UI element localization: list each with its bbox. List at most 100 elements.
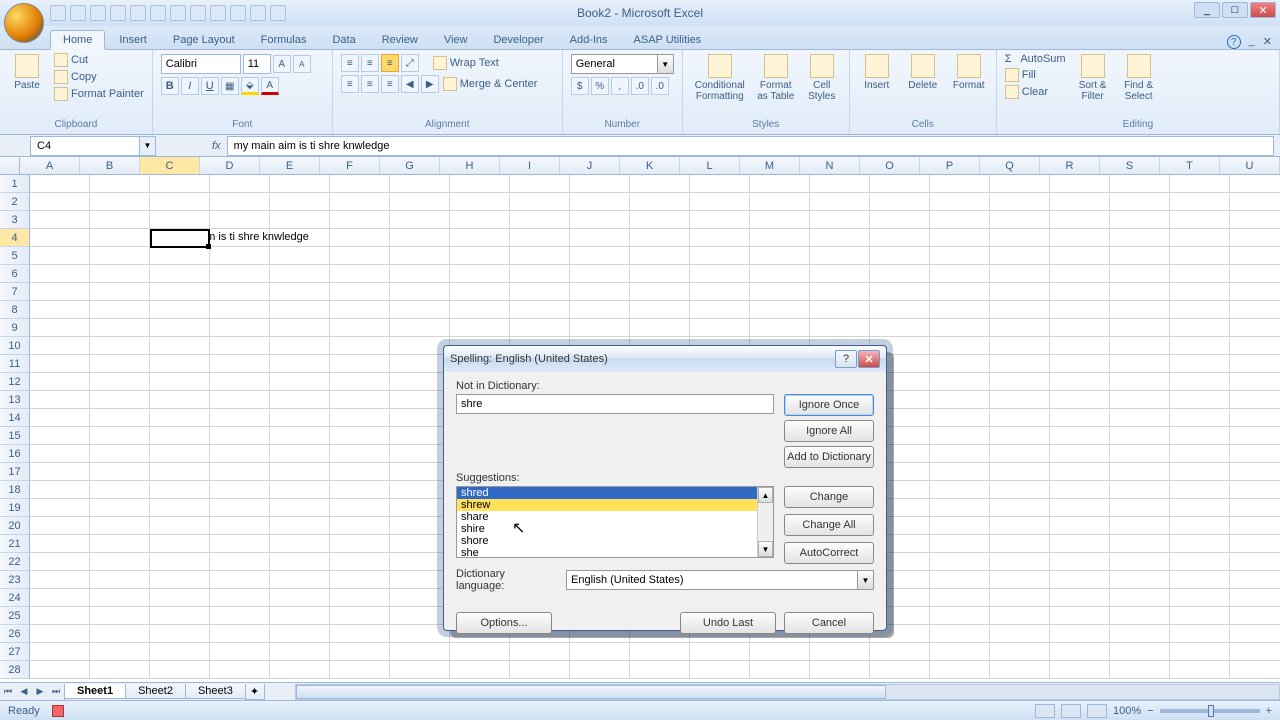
align-top-icon[interactable]: ≡: [341, 54, 359, 72]
column-header[interactable]: A: [20, 157, 80, 174]
row-header[interactable]: 25: [0, 607, 30, 625]
column-header[interactable]: U: [1220, 157, 1280, 174]
column-header[interactable]: F: [320, 157, 380, 174]
not-in-dictionary-input[interactable]: [456, 394, 774, 414]
find-select-button[interactable]: Find & Select: [1118, 52, 1160, 104]
sheet-tab-3[interactable]: Sheet3: [185, 684, 246, 699]
qat-save-icon[interactable]: [50, 5, 66, 21]
wrap-text-button[interactable]: Wrap Text: [431, 55, 501, 71]
percent-icon[interactable]: %: [591, 77, 609, 95]
row-header[interactable]: 17: [0, 463, 30, 481]
autosum-button[interactable]: Σ AutoSum: [1003, 52, 1068, 66]
format-as-table-button[interactable]: Format as Table: [755, 52, 797, 104]
decrease-indent-icon[interactable]: ◀: [401, 75, 419, 93]
row-header[interactable]: 22: [0, 553, 30, 571]
sheet-tab-2[interactable]: Sheet2: [125, 684, 186, 699]
list-item[interactable]: she: [457, 547, 773, 558]
dictionary-language-combo[interactable]: English (United States) ▼: [566, 570, 874, 590]
qat-email-icon[interactable]: [250, 5, 266, 21]
ribbon-close-icon[interactable]: ✕: [1263, 35, 1272, 49]
row-header[interactable]: 18: [0, 481, 30, 499]
name-box-dropdown[interactable]: ▼: [140, 136, 156, 156]
qat-redo-icon[interactable]: [90, 5, 106, 21]
column-header[interactable]: K: [620, 157, 680, 174]
autocorrect-button[interactable]: AutoCorrect: [784, 542, 874, 564]
normal-view-icon[interactable]: [1035, 704, 1055, 718]
scroll-down-icon[interactable]: ▼: [758, 541, 773, 557]
cell-styles-button[interactable]: Cell Styles: [801, 52, 843, 104]
column-header[interactable]: O: [860, 157, 920, 174]
row-header[interactable]: 12: [0, 373, 30, 391]
column-header[interactable]: I: [500, 157, 560, 174]
row-header[interactable]: 3: [0, 211, 30, 229]
row-header[interactable]: 28: [0, 661, 30, 679]
list-item[interactable]: share: [457, 511, 773, 523]
row-header[interactable]: 27: [0, 643, 30, 661]
qat-spelling-icon[interactable]: [230, 5, 246, 21]
list-item[interactable]: shire: [457, 523, 773, 535]
add-to-dictionary-button[interactable]: Add to Dictionary: [784, 446, 874, 468]
column-header[interactable]: P: [920, 157, 980, 174]
scroll-up-icon[interactable]: ▲: [758, 487, 773, 503]
cut-button[interactable]: Cut: [52, 52, 146, 68]
row-header[interactable]: 6: [0, 265, 30, 283]
merge-center-button[interactable]: Merge & Center: [441, 76, 540, 92]
tab-data[interactable]: Data: [320, 31, 367, 49]
change-button[interactable]: Change: [784, 486, 874, 508]
copy-button[interactable]: Copy: [52, 69, 146, 85]
column-header[interactable]: D: [200, 157, 260, 174]
row-header[interactable]: 4: [0, 229, 30, 247]
row-header[interactable]: 26: [0, 625, 30, 643]
name-box[interactable]: C4: [30, 136, 140, 156]
tab-asap[interactable]: ASAP Utilities: [622, 31, 714, 49]
row-header[interactable]: 21: [0, 535, 30, 553]
active-cell[interactable]: [150, 229, 210, 248]
zoom-out-icon[interactable]: −: [1147, 705, 1153, 717]
row-header[interactable]: 23: [0, 571, 30, 589]
column-header[interactable]: G: [380, 157, 440, 174]
tab-page-layout[interactable]: Page Layout: [161, 31, 247, 49]
border-button[interactable]: ▦: [221, 77, 239, 95]
column-header[interactable]: T: [1160, 157, 1220, 174]
column-header[interactable]: L: [680, 157, 740, 174]
format-painter-button[interactable]: Format Painter: [52, 86, 146, 102]
column-header[interactable]: Q: [980, 157, 1040, 174]
qat-quick-print-icon[interactable]: [170, 5, 186, 21]
font-color-button[interactable]: A: [261, 77, 279, 95]
hscroll-thumb[interactable]: [296, 685, 886, 699]
row-header[interactable]: 9: [0, 319, 30, 337]
grow-font-icon[interactable]: A: [273, 55, 291, 73]
list-item[interactable]: shrew: [457, 499, 773, 511]
dialog-titlebar[interactable]: Spelling: English (United States) ? ✕: [444, 346, 886, 372]
page-layout-view-icon[interactable]: [1061, 704, 1081, 718]
conditional-formatting-button[interactable]: Conditional Formatting: [689, 52, 751, 104]
list-item[interactable]: shore: [457, 535, 773, 547]
align-middle-icon[interactable]: ≡: [361, 54, 379, 72]
tab-home[interactable]: Home: [50, 30, 105, 50]
align-bottom-icon[interactable]: ≡: [381, 54, 399, 72]
insert-cells-button[interactable]: Insert: [856, 52, 898, 93]
next-sheet-icon[interactable]: ▶: [32, 684, 48, 700]
options-button[interactable]: Options...: [456, 612, 552, 634]
column-header[interactable]: H: [440, 157, 500, 174]
office-button[interactable]: [4, 3, 44, 43]
minimize-button[interactable]: _: [1194, 2, 1220, 18]
delete-cells-button[interactable]: Delete: [902, 52, 944, 93]
accounting-icon[interactable]: $: [571, 77, 589, 95]
tab-developer[interactable]: Developer: [481, 31, 555, 49]
row-header[interactable]: 1: [0, 175, 30, 193]
row-header[interactable]: 15: [0, 427, 30, 445]
row-header[interactable]: 19: [0, 499, 30, 517]
ribbon-minimize-icon[interactable]: _: [1249, 35, 1255, 49]
change-all-button[interactable]: Change All: [784, 514, 874, 536]
tab-view[interactable]: View: [432, 31, 480, 49]
shrink-font-icon[interactable]: A: [293, 55, 311, 73]
last-sheet-icon[interactable]: ⏭: [48, 684, 64, 700]
ignore-once-button[interactable]: Ignore Once: [784, 394, 874, 416]
help-icon[interactable]: ?: [1227, 35, 1241, 49]
qat-undo-icon[interactable]: [70, 5, 86, 21]
fill-handle[interactable]: [206, 244, 211, 249]
suggestions-listbox[interactable]: shred shrew share shire shore she ▲ ▼: [456, 486, 774, 558]
row-header[interactable]: 20: [0, 517, 30, 535]
clear-button[interactable]: Clear: [1003, 84, 1068, 100]
